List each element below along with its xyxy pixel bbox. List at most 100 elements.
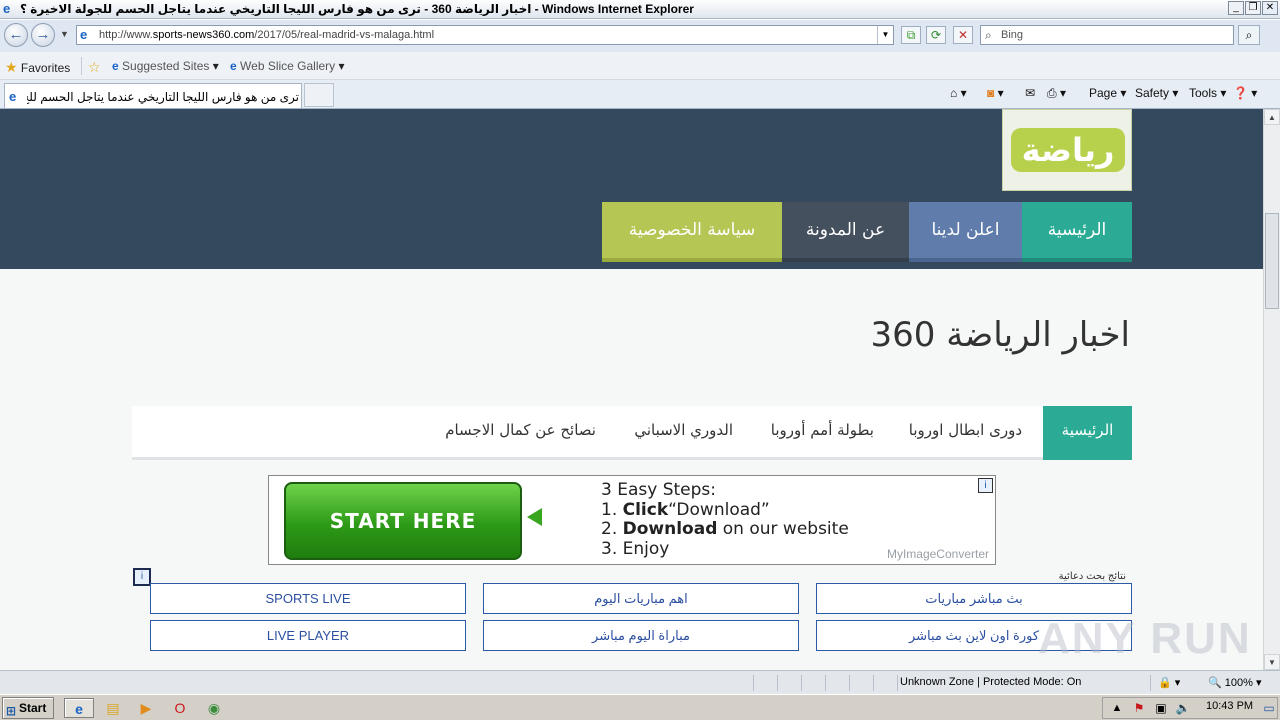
suggested-sites-link[interactable]: e Suggested Sites ▾	[112, 59, 219, 73]
start-button[interactable]: ⊞ Start	[2, 697, 54, 719]
site-header: رياضة الرئيسية اعلن لدينا عن المدونة سيا…	[0, 109, 1263, 269]
taskbar-chrome-icon[interactable]: ◉	[203, 698, 225, 718]
ad-info-icon[interactable]: i	[978, 478, 993, 493]
category-champions-league[interactable]: دورى ابطال اوروبا	[909, 406, 1022, 457]
category-bodybuilding[interactable]: نصائح عن كمال الاجسام	[445, 406, 596, 457]
close-window-button[interactable]: ✕	[1262, 1, 1278, 15]
ad-link[interactable]: بث مباشر مباريات	[816, 583, 1132, 614]
protected-mode-icon[interactable]: 🔒 ▾	[1158, 676, 1180, 689]
printer-icon: ⎙	[1047, 86, 1057, 100]
back-button[interactable]: ←	[4, 23, 28, 47]
divider	[1150, 675, 1151, 691]
taskbar: ⊞ Start e ▤ ▶ O ◉ ▲ ⚑ ▣ 🔈 10:43 PM ▭	[0, 694, 1280, 720]
ie-page-icon: e	[230, 59, 237, 73]
help-button[interactable]: ❓ ▾	[1233, 86, 1257, 100]
taskbar-opera-icon[interactable]: O	[169, 698, 191, 718]
tab-page-icon: e	[9, 89, 17, 104]
favorites-bar: ★ Favorites ☆ e Suggested Sites ▾ e Web …	[0, 52, 1280, 80]
address-toolbar: ← → ▼ e http://www.sports-news360.com/20…	[0, 20, 1280, 52]
page-icon: e	[80, 27, 88, 42]
new-tab-button[interactable]	[304, 83, 334, 107]
divider	[873, 675, 874, 691]
ad-start-button[interactable]: START HERE	[284, 482, 522, 560]
ie-logo-icon: e	[3, 1, 11, 16]
web-slice-gallery-link[interactable]: e Web Slice Gallery ▾	[230, 59, 345, 73]
tray-expand-icon[interactable]: ▲	[1106, 698, 1128, 718]
category-home[interactable]: الرئيسية	[1043, 406, 1132, 460]
window-titlebar: e اخبار الرياضة 360 - ترى من هو فارس الل…	[0, 0, 1280, 19]
zoom-level[interactable]: 🔍 100% ▾	[1208, 676, 1261, 689]
url-text[interactable]: http://www.sports-news360.com/2017/05/re…	[99, 29, 434, 41]
divider	[825, 675, 826, 691]
category-euro[interactable]: بطولة أمم أوروبا	[771, 406, 874, 457]
ad-link[interactable]: مباراة اليوم مباشر	[483, 620, 799, 651]
add-favorite-icon: ☆	[88, 59, 101, 75]
safety-menu[interactable]: Safety ▾	[1135, 86, 1178, 100]
back-arrow-icon: ←	[8, 26, 24, 43]
help-icon: ❓	[1233, 86, 1248, 100]
magnifier-icon: ⌕	[1245, 28, 1253, 42]
forward-arrow-icon: →	[35, 26, 51, 43]
taskbar-ie-icon[interactable]: e	[64, 698, 94, 718]
scroll-down-button[interactable]: ▼	[1264, 654, 1280, 670]
site-logo[interactable]: رياضة	[1002, 109, 1132, 191]
page-menu[interactable]: Page ▾	[1089, 86, 1126, 100]
ad-steps: 3 Easy Steps: 1. Click“Download” 2. Down…	[601, 480, 849, 559]
tray-volume-icon[interactable]: 🔈	[1172, 698, 1194, 718]
site-title[interactable]: اخبار الرياضة 360	[870, 315, 1130, 355]
ad-link[interactable]: اهم مباريات اليوم	[483, 583, 799, 614]
ad-brand: MyImageConverter	[886, 547, 989, 561]
search-go-button[interactable]: ⌕	[1238, 25, 1260, 45]
ad-link[interactable]: LIVE PLAYER	[150, 620, 466, 651]
ad-links-info-icon[interactable]: i	[133, 568, 151, 586]
compatibility-view-button[interactable]: ⧉	[901, 26, 921, 44]
scroll-thumb[interactable]	[1265, 213, 1279, 309]
taskbar-explorer-icon[interactable]: ▤	[102, 698, 124, 718]
scroll-up-button[interactable]: ▲	[1264, 109, 1280, 125]
browser-tab[interactable]: e ترى من هو فارس الليجا التاريخي عندما ي…	[4, 83, 302, 108]
tab-title: ترى من هو فارس الليجا التاريخي عندما يتا…	[27, 90, 299, 104]
read-mail-button[interactable]: ✉	[1025, 86, 1035, 100]
tray-flag-icon[interactable]: ⚑	[1128, 698, 1150, 718]
nav-about[interactable]: عن المدونة	[782, 202, 909, 262]
recent-pages-dropdown[interactable]: ▼	[60, 29, 69, 39]
category-la-liga[interactable]: الدوري الاسباني	[634, 406, 733, 457]
divider	[801, 675, 802, 691]
nav-advertise[interactable]: اعلن لدينا	[909, 202, 1022, 262]
nav-home[interactable]: الرئيسية	[1022, 202, 1132, 262]
banner-ad[interactable]: START HERE 3 Easy Steps: 1. Click“Downlo…	[268, 475, 996, 565]
search-placeholder: Bing	[1001, 29, 1024, 41]
search-box[interactable]: ⌕ Bing	[980, 25, 1234, 45]
tab-bar: e ترى من هو فارس الليجا التاريخي عندما ي…	[0, 80, 1280, 109]
taskbar-media-player-icon[interactable]: ▶	[135, 698, 157, 718]
nav-privacy[interactable]: سياسة الخصوصية	[602, 202, 782, 262]
address-bar[interactable]: e http://www.sports-news360.com/2017/05/…	[76, 25, 894, 45]
ad-links-label: نتائج بحث دعائية	[1058, 571, 1126, 582]
mail-icon: ✉	[1025, 86, 1036, 100]
ie-page-icon: e	[112, 59, 119, 73]
clock[interactable]: 10:43 PM	[1206, 700, 1253, 712]
category-nav: الرئيسية دورى ابطال اوروبا بطولة أمم أور…	[132, 406, 1132, 460]
refresh-button[interactable]: ⟳	[926, 26, 946, 44]
compat-icon: ⧉	[906, 28, 916, 42]
forward-button[interactable]: →	[31, 23, 55, 47]
stop-button[interactable]: ✕	[953, 26, 973, 44]
favorites-star-icon: ★	[5, 59, 18, 75]
minimize-button[interactable]: _	[1228, 1, 1244, 15]
address-dropdown-button[interactable]: ▼	[877, 26, 893, 44]
feeds-button[interactable]: ◙ ▾	[987, 86, 1004, 100]
favorites-button[interactable]: ★ Favorites	[5, 59, 70, 76]
add-favorites-button[interactable]: ☆	[88, 59, 101, 76]
search-icon: ⌕	[985, 28, 992, 42]
logo-text: رياضة	[1011, 128, 1125, 172]
divider	[849, 675, 850, 691]
tools-menu[interactable]: Tools ▾	[1189, 86, 1226, 100]
print-button[interactable]: ⎙ ▾	[1047, 86, 1066, 101]
security-zone[interactable]: Unknown Zone | Protected Mode: On	[900, 676, 1081, 688]
vertical-scrollbar[interactable]: ▲ ▼	[1263, 109, 1280, 670]
maximize-button[interactable]: ❐	[1245, 1, 1261, 15]
tray-network-icon[interactable]: ▣	[1150, 698, 1172, 718]
show-desktop-icon[interactable]: ▭	[1258, 698, 1280, 718]
home-button[interactable]: ⌂ ▾	[950, 86, 967, 100]
ad-link[interactable]: SPORTS LIVE	[150, 583, 466, 614]
